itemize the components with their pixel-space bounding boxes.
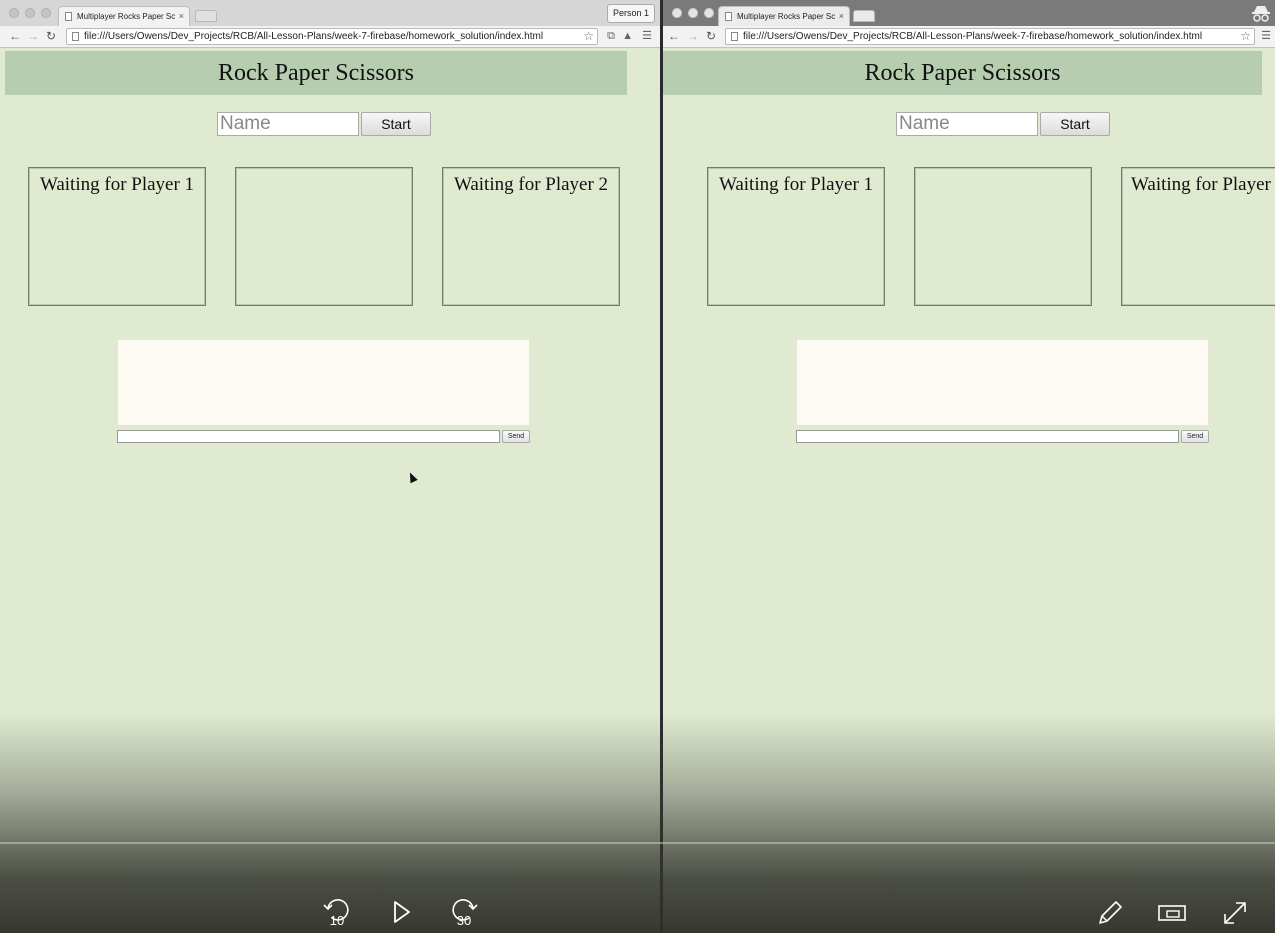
- tab-close-icon[interactable]: ×: [839, 7, 844, 26]
- name-input[interactable]: Name: [896, 112, 1038, 136]
- zoom-window-button[interactable]: [41, 8, 51, 18]
- page-icon: [72, 32, 79, 41]
- chat-input[interactable]: [117, 430, 500, 443]
- chat-log: [796, 339, 1209, 426]
- address-bar[interactable]: file:///Users/Owens/Dev_Projects/RCB/All…: [66, 28, 598, 45]
- zoom-window-button[interactable]: [704, 8, 714, 18]
- browser-tab[interactable]: Multiplayer Rocks Paper Sc ×: [58, 6, 190, 26]
- mouse-cursor-icon: [406, 470, 418, 484]
- player1-box: Waiting for Player 1: [707, 167, 885, 306]
- page-icon: [725, 12, 732, 21]
- browser-window-left: Multiplayer Rocks Paper Sc × Person 1 ← …: [0, 0, 660, 933]
- close-window-button[interactable]: [672, 8, 682, 18]
- page-body: Rock Paper Scissors Name Start Waiting f…: [0, 48, 660, 933]
- fullscreen-button[interactable]: [1218, 896, 1252, 928]
- back-icon[interactable]: ←: [668, 28, 680, 44]
- tab-strip: Multiplayer Rocks Paper Sc × Person 1: [0, 0, 660, 26]
- picture-in-picture-button[interactable]: [1155, 896, 1189, 928]
- page-icon: [731, 32, 738, 41]
- browser-tab[interactable]: Multiplayer Rocks Paper Sc ×: [718, 6, 850, 26]
- tab-title: Multiplayer Rocks Paper Sc: [737, 12, 836, 21]
- page-icon: [65, 12, 72, 21]
- player1-box: Waiting for Player 1: [28, 167, 206, 306]
- back-icon[interactable]: ←: [9, 28, 21, 44]
- browser-toolbar: ← → ↻ file:///Users/Owens/Dev_Projects/R…: [0, 26, 660, 47]
- address-bar[interactable]: file:///Users/Owens/Dev_Projects/RCB/All…: [725, 28, 1255, 45]
- annotate-button[interactable]: [1092, 896, 1126, 928]
- send-button[interactable]: Send: [502, 430, 530, 443]
- browser-chrome: Multiplayer Rocks Paper Sc × Person 1 ← …: [0, 0, 660, 48]
- drive-icon[interactable]: ▲: [622, 29, 633, 43]
- url-text: file:///Users/Owens/Dev_Projects/RCB/All…: [743, 31, 1203, 42]
- url-text: file:///Users/Owens/Dev_Projects/RCB/All…: [84, 31, 544, 42]
- forward-icon[interactable]: →: [687, 28, 699, 44]
- rewind-button[interactable]: 10: [320, 896, 354, 928]
- window-controls: [672, 8, 714, 18]
- chat-log: [117, 339, 530, 426]
- browser-toolbar: ← → ↻ file:///Users/Owens/Dev_Projects/R…: [663, 26, 1275, 47]
- page-title: Rock Paper Scissors: [5, 51, 627, 95]
- tab-close-icon[interactable]: ×: [179, 7, 184, 26]
- play-icon: [394, 901, 410, 923]
- browser-chrome: Multiplayer Rocks Paper Sc × ← → ↻ file:…: [663, 0, 1275, 48]
- chat-input[interactable]: [796, 430, 1179, 443]
- pencil-icon: [1099, 901, 1122, 924]
- new-tab-button[interactable]: [195, 10, 217, 22]
- tab-strip: Multiplayer Rocks Paper Sc ×: [663, 0, 1275, 26]
- expand-icon: [1224, 902, 1246, 924]
- result-box: [914, 167, 1092, 306]
- menu-icon[interactable]: ☰: [1261, 29, 1271, 43]
- play-button[interactable]: [385, 896, 419, 928]
- new-tab-button[interactable]: [853, 10, 875, 22]
- send-button[interactable]: Send: [1181, 430, 1209, 443]
- start-button[interactable]: Start: [361, 112, 431, 136]
- extension-icon[interactable]: ⧉: [607, 29, 615, 43]
- rewind-seconds: 10: [329, 913, 345, 928]
- start-button[interactable]: Start: [1040, 112, 1110, 136]
- profile-button[interactable]: Person 1: [606, 4, 655, 23]
- window-controls: [9, 8, 51, 18]
- page-title: Rock Paper Scissors: [663, 51, 1262, 95]
- minimize-window-button[interactable]: [688, 8, 698, 18]
- forward-seconds: 30: [456, 913, 472, 928]
- video-progress-bar[interactable]: [0, 842, 1275, 844]
- forward-icon[interactable]: →: [27, 28, 39, 44]
- menu-icon[interactable]: ☰: [642, 29, 652, 43]
- tab-title: Multiplayer Rocks Paper Sc: [77, 12, 176, 21]
- minimize-window-button[interactable]: [25, 8, 35, 18]
- incognito-icon: [1252, 6, 1270, 22]
- player2-box: Waiting for Player 2: [442, 167, 620, 306]
- forward-button[interactable]: 30: [447, 896, 481, 928]
- player2-box: Waiting for Player 2: [1121, 167, 1275, 306]
- reload-icon[interactable]: ↻: [706, 28, 716, 44]
- reload-icon[interactable]: ↻: [46, 28, 56, 44]
- close-window-button[interactable]: [9, 8, 19, 18]
- browser-window-right: Multiplayer Rocks Paper Sc × ← → ↻ file:…: [663, 0, 1275, 933]
- bookmark-star-icon[interactable]: ☆: [1240, 29, 1251, 44]
- name-input[interactable]: Name: [217, 112, 359, 136]
- result-box: [235, 167, 413, 306]
- bookmark-star-icon[interactable]: ☆: [583, 29, 594, 44]
- picture-in-picture-icon: [1158, 905, 1186, 921]
- page-body: Rock Paper Scissors Name Start Waiting f…: [663, 48, 1275, 933]
